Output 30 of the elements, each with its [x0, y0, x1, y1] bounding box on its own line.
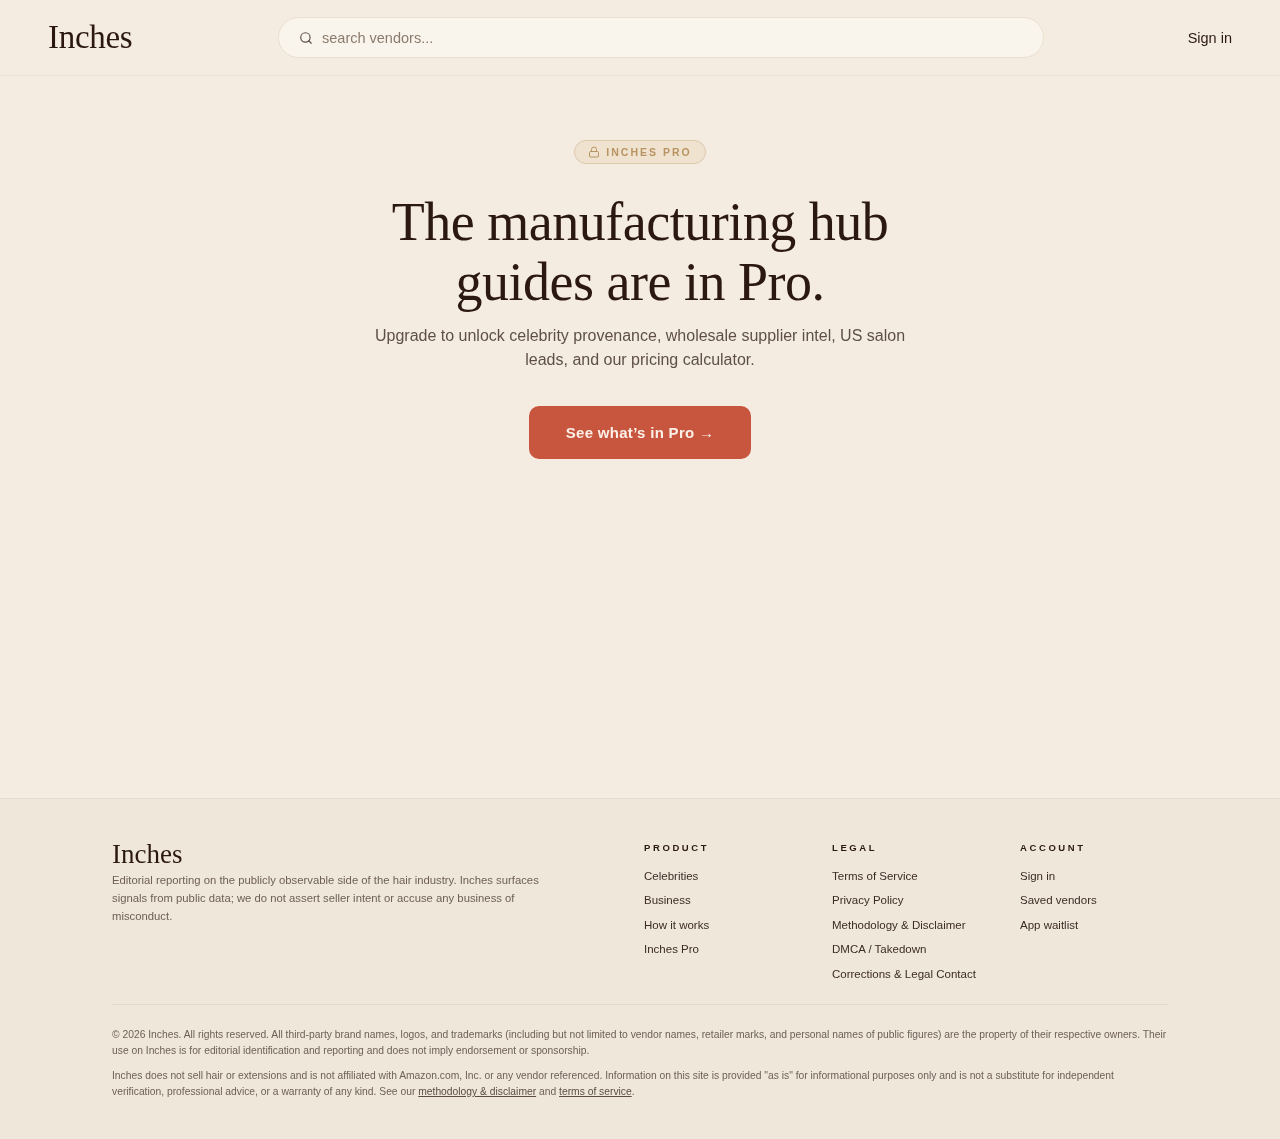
footer-link[interactable]: DMCA / Takedown	[832, 937, 927, 961]
footer-link[interactable]: App waitlist	[1020, 912, 1079, 937]
disclaimer-notice: Inches does not sell hair or extensions and is not affiliated with Amazon.com, Inc. or any vendor referenced. Information on this site is provided "as is" for informational purposes only and is not a substitute for independent verification, professional advice, or a warranty of any kind. See our methodology & disclaimer and terms of service.	[112, 1069, 1115, 1099]
footer-link[interactable]: Methodology & Disclaimer	[832, 912, 966, 937]
methodology-link[interactable]: methodology & disclaimer	[418, 1086, 537, 1097]
badge-label: INCHES PRO	[606, 146, 692, 158]
footer-link[interactable]: Celebrities	[644, 863, 699, 888]
footer-link[interactable]: Inches Pro	[644, 937, 699, 961]
footer-column-heading: LEGAL	[832, 841, 878, 853]
footer-link[interactable]: Terms of Service	[832, 863, 918, 888]
sign-in-link[interactable]: Sign in	[1187, 29, 1232, 46]
lock-icon	[588, 146, 601, 158]
footer-link[interactable]: How it works	[644, 912, 710, 937]
search-field[interactable]: search vendors...	[278, 17, 1044, 58]
copyright-notice: © 2026 Inches. All rights reserved. All third-party brand names, logos, and trademarks (including but not limited to vendor names, retailer marks, and personal names of public figures) are the property of their respective owners. Their use on Inches is for editorial identification and reporting and does not imply endorsement or sponsorship.	[112, 1028, 1168, 1058]
hero-headline: The manufacturing hub guides are in Pro.	[391, 192, 889, 312]
footer-column-heading: ACCOUNT	[1020, 841, 1086, 853]
see-pro-button[interactable]: See what’s in Pro →	[529, 406, 751, 459]
site-logo[interactable]: Inches	[48, 19, 278, 56]
footer-link[interactable]: Sign in	[1020, 863, 1056, 888]
footer-column-heading: PRODUCT	[644, 841, 710, 853]
footer-logo: Inches	[112, 838, 183, 869]
search-icon	[299, 31, 313, 45]
footer-link[interactable]: Saved vendors	[1020, 888, 1097, 912]
terms-link[interactable]: terms of service	[559, 1086, 632, 1097]
hero-subtitle: Upgrade to unlock celebrity provenance, wholesale supplier intel, US salon leads, and our pricing calculator.	[373, 326, 907, 370]
footer-link[interactable]: Corrections & Legal Contact	[832, 961, 976, 986]
footer-link[interactable]: Privacy Policy	[832, 888, 904, 912]
footer-link[interactable]: Business	[644, 888, 691, 912]
footer-tagline: Editorial reporting on the publicly observable side of the hair industry. Inches surfaces signals from public data; we do not assert seller intent or accuse any business of misconduct.	[112, 872, 540, 924]
